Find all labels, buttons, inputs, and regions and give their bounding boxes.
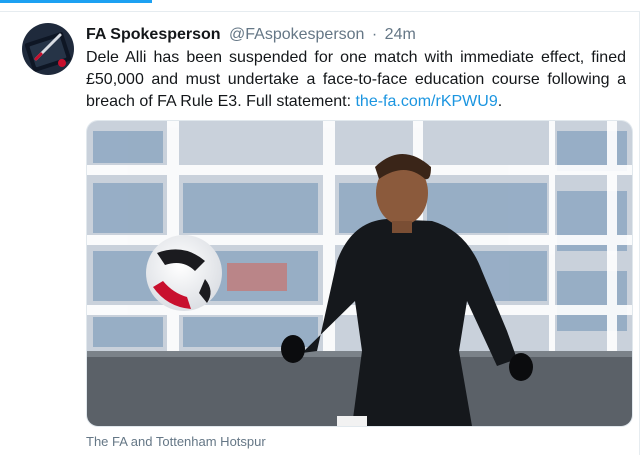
- training-photo: [87, 121, 632, 426]
- tweet-header: FA Spokesperson @FAspokesperson · 24m: [86, 25, 416, 45]
- author-name[interactable]: FA Spokesperson: [86, 26, 221, 43]
- timestamp[interactable]: 24m: [385, 26, 416, 43]
- fa-notebook-pen-avatar-icon: [22, 23, 74, 75]
- tweet: FA Spokesperson @FAspokesperson · 24m De…: [0, 0, 640, 455]
- tweet-text: Dele Alli has been suspended for one mat…: [86, 47, 626, 113]
- statement-link[interactable]: the-fa.com/rKPWU9: [355, 93, 497, 110]
- tweet-photo[interactable]: [86, 120, 633, 427]
- author-handle[interactable]: @FAspokesperson: [229, 26, 364, 43]
- media-caption: The FA and Tottenham Hotspur: [86, 434, 266, 449]
- separator: ·: [371, 26, 378, 43]
- avatar[interactable]: [22, 23, 74, 75]
- tweet-text-end: .: [497, 93, 503, 110]
